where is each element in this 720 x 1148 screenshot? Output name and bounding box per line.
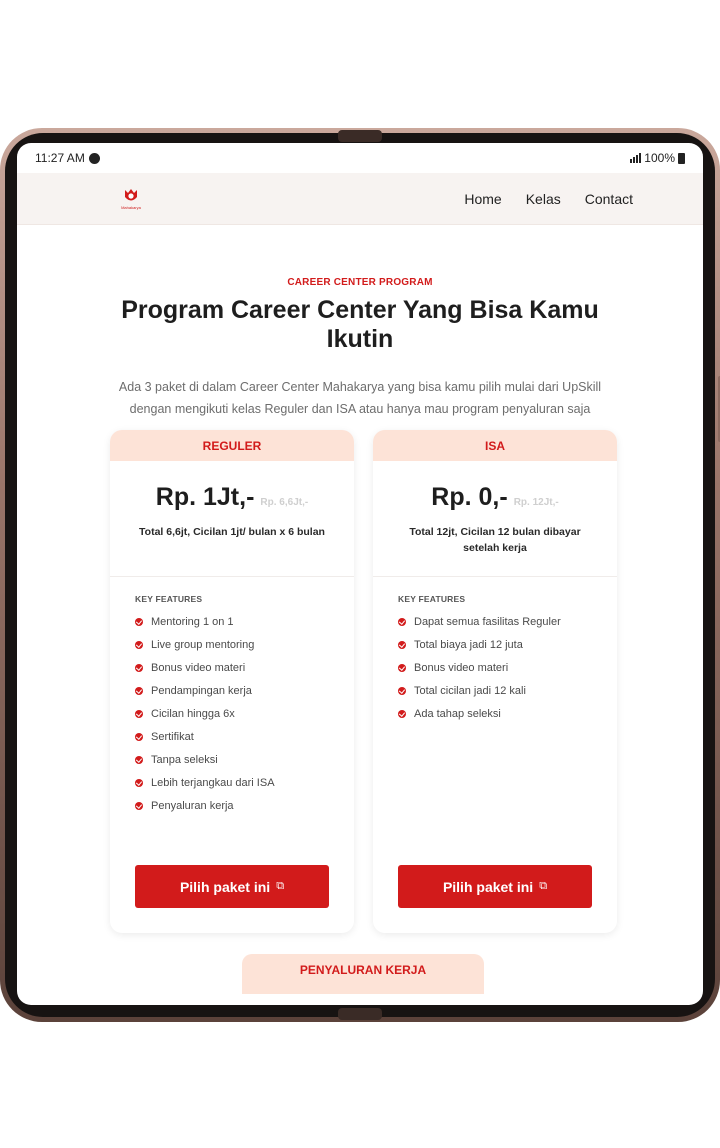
- check-circle-icon: [398, 640, 406, 649]
- external-link-icon: ⧉: [539, 880, 548, 892]
- nav-links: Home Kelas Contact: [464, 191, 633, 207]
- status-time: 11:27 AM: [35, 151, 85, 165]
- key-features: KEY FEATURES Mentoring 1 on 1 Live group…: [135, 594, 275, 817]
- check-circle-icon: [135, 709, 143, 718]
- check-circle-icon: [398, 709, 406, 718]
- notification-icon: [88, 152, 100, 164]
- feature-label: Mentoring 1 on 1: [151, 615, 234, 628]
- feature-list: Mentoring 1 on 1 Live group mentoring Bo…: [135, 610, 275, 817]
- price-row: Rp. 1Jt,- Rp. 6,6Jt,-: [110, 483, 354, 512]
- feature-item: Penyaluran kerja: [135, 794, 275, 817]
- feature-label: Pendampingan kerja: [151, 684, 252, 697]
- feature-item: Sertifikat: [135, 725, 275, 748]
- feature-label: Total biaya jadi 12 juta: [414, 638, 523, 651]
- check-circle-icon: [398, 617, 406, 626]
- old-price: Rp. 12Jt,-: [513, 497, 559, 508]
- feature-label: Total cicilan jadi 12 kali: [414, 684, 526, 697]
- device-frame: 11:27 AM 100% Mahakarya Home Kelas Conta…: [0, 128, 720, 1022]
- program-section: CAREER CENTER PROGRAM Program Career Cen…: [17, 225, 703, 420]
- feature-item: Pendampingan kerja: [135, 679, 275, 702]
- check-circle-icon: [398, 686, 406, 695]
- battery-percent: 100%: [644, 151, 675, 165]
- card-divider: [110, 576, 354, 577]
- feature-item: Lebih terjangkau dari ISA: [135, 771, 275, 794]
- battery-icon: [678, 152, 685, 164]
- section-title: Program Career Center Yang Bisa Kamu Iku…: [121, 296, 599, 353]
- external-link-icon: ⧉: [276, 880, 285, 892]
- pricing-cards: REGULER Rp. 1Jt,- Rp. 6,6Jt,- Total 6,6j…: [110, 430, 617, 933]
- feature-label: Live group mentoring: [151, 638, 255, 651]
- key-features: KEY FEATURES Dapat semua fasilitas Regul…: [398, 594, 561, 725]
- price: Rp. 0,-: [431, 483, 508, 511]
- feature-label: Cicilan hingga 6x: [151, 707, 235, 720]
- feature-item: Total cicilan jadi 12 kali: [398, 679, 561, 702]
- choose-plan-button-reguler[interactable]: Pilih paket ini ⧉: [135, 865, 329, 908]
- price: Rp. 1Jt,-: [155, 483, 255, 511]
- nav-link-kelas[interactable]: Kelas: [526, 191, 561, 207]
- check-circle-icon: [135, 663, 143, 672]
- status-left: 11:27 AM: [35, 151, 100, 165]
- check-circle-icon: [135, 801, 143, 810]
- feature-item: Bonus video materi: [398, 656, 561, 679]
- screen: 11:27 AM 100% Mahakarya Home Kelas Conta…: [17, 143, 703, 1005]
- check-circle-icon: [135, 732, 143, 741]
- card-title: ISA: [373, 430, 617, 461]
- feature-label: Ada tahap seleksi: [414, 707, 501, 720]
- feature-label: Bonus video materi: [414, 661, 509, 674]
- price-note: Total 12jt, Cicilan 12 bulan dibayar set…: [409, 526, 581, 554]
- logo-mark-icon: [125, 189, 137, 201]
- features-title: KEY FEATURES: [135, 594, 203, 604]
- check-circle-icon: [135, 686, 143, 695]
- price-row: Rp. 0,- Rp. 12Jt,-: [373, 483, 617, 512]
- card-title: REGULER: [110, 430, 354, 461]
- feature-item: Tanpa seleksi: [135, 748, 275, 771]
- features-title: KEY FEATURES: [398, 594, 466, 604]
- price-note: Total 6,6jt, Cicilan 1jt/ bulan x 6 bula…: [139, 526, 325, 538]
- feature-label: Penyaluran kerja: [151, 799, 234, 812]
- device-hinge-bottom: [338, 1008, 382, 1020]
- device-hinge-top: [338, 130, 382, 142]
- check-circle-icon: [135, 755, 143, 764]
- feature-item: Dapat semua fasilitas Reguler: [398, 610, 561, 633]
- signal-icon: [630, 153, 642, 163]
- feature-list: Dapat semua fasilitas Reguler Total biay…: [398, 610, 561, 725]
- section-eyebrow: CAREER CENTER PROGRAM: [287, 277, 433, 288]
- pricing-card-isa: ISA Rp. 0,- Rp. 12Jt,- Total 12jt, Cicil…: [373, 430, 617, 933]
- check-circle-icon: [135, 778, 143, 787]
- button-label: Pilih paket ini: [179, 878, 271, 895]
- feature-item: Mentoring 1 on 1: [135, 610, 275, 633]
- feature-label: Sertifikat: [151, 730, 194, 743]
- logo-text: Mahakarya: [121, 205, 141, 210]
- nav-link-home[interactable]: Home: [464, 191, 501, 207]
- section-description: Ada 3 paket di dalam Career Center Mahak…: [118, 380, 602, 416]
- navbar: Mahakarya Home Kelas Contact: [17, 173, 703, 225]
- check-circle-icon: [135, 640, 143, 649]
- check-circle-icon: [135, 617, 143, 626]
- penyaluran-kerja-card-header: PENYALURAN KERJA: [242, 954, 484, 994]
- feature-item: Bonus video materi: [135, 656, 275, 679]
- logo[interactable]: Mahakarya: [115, 187, 147, 210]
- old-price: Rp. 6,6Jt,-: [260, 497, 309, 508]
- button-label: Pilih paket ini: [442, 878, 534, 895]
- feature-item: Total biaya jadi 12 juta: [398, 633, 561, 656]
- feature-label: Lebih terjangkau dari ISA: [151, 776, 275, 789]
- feature-item: Ada tahap seleksi: [398, 702, 561, 725]
- feature-label: Bonus video materi: [151, 661, 246, 674]
- feature-label: Tanpa seleksi: [151, 753, 218, 766]
- device-bezel: 11:27 AM 100% Mahakarya Home Kelas Conta…: [5, 133, 715, 1017]
- feature-label: Dapat semua fasilitas Reguler: [414, 615, 561, 628]
- pricing-card-reguler: REGULER Rp. 1Jt,- Rp. 6,6Jt,- Total 6,6j…: [110, 430, 354, 933]
- check-circle-icon: [398, 663, 406, 672]
- card-divider: [373, 576, 617, 577]
- feature-item: Cicilan hingga 6x: [135, 702, 275, 725]
- status-right: 100%: [630, 151, 685, 165]
- status-bar: 11:27 AM 100%: [17, 143, 703, 173]
- choose-plan-button-isa[interactable]: Pilih paket ini ⧉: [398, 865, 592, 908]
- nav-link-contact[interactable]: Contact: [585, 191, 633, 207]
- feature-item: Live group mentoring: [135, 633, 275, 656]
